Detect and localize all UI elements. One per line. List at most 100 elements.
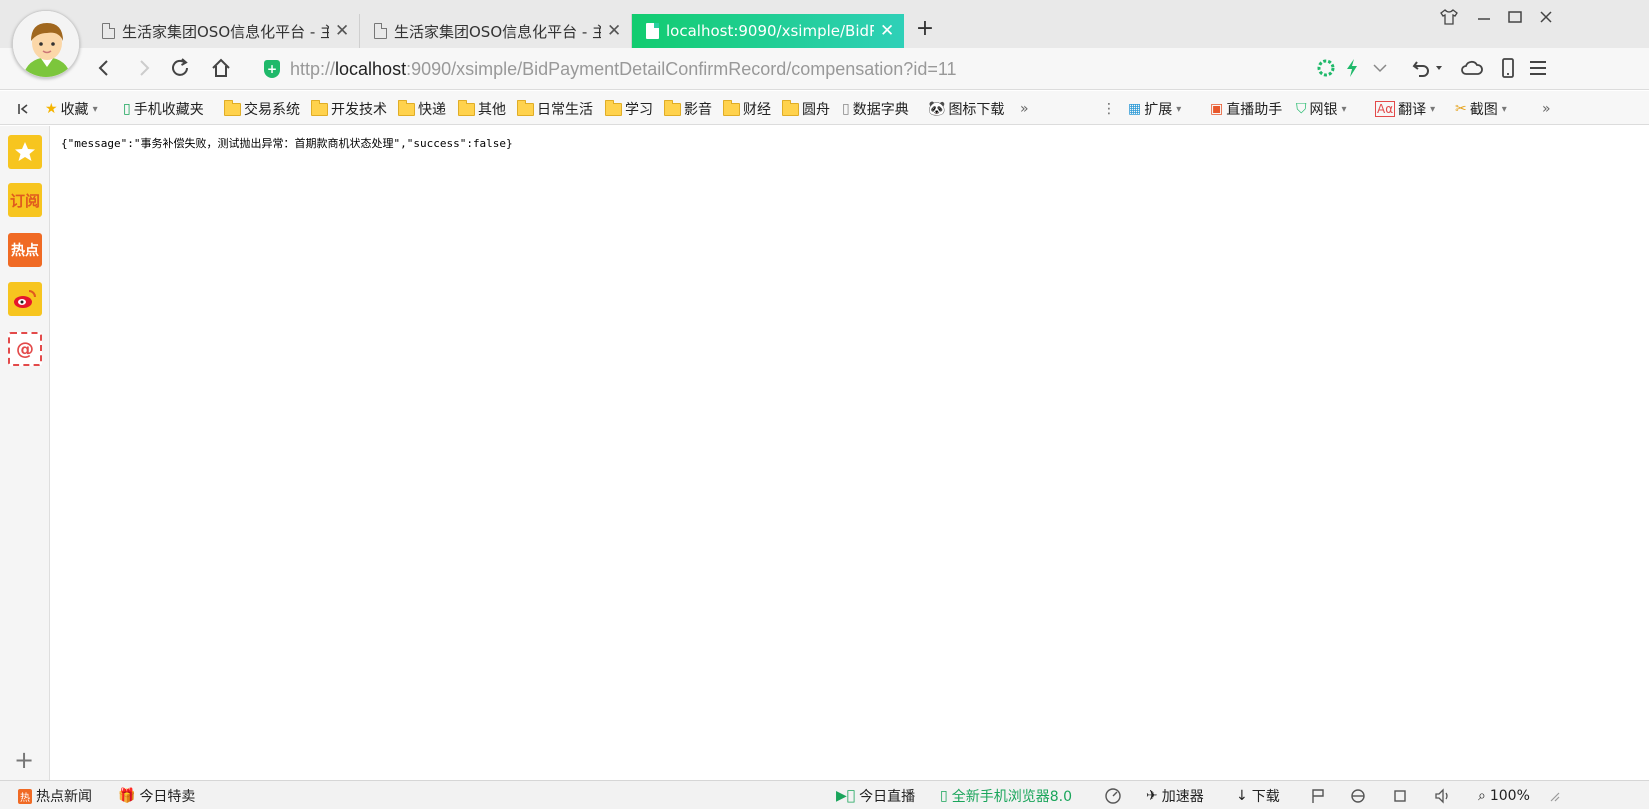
more-vertical-icon[interactable]: ⋮ xyxy=(1102,99,1116,119)
home-button[interactable] xyxy=(207,54,235,82)
zoom-level: 100% xyxy=(1489,788,1530,804)
bookmark-label: 快递 xyxy=(418,102,446,118)
close-tab-icon[interactable]: ✕ xyxy=(607,21,621,41)
accelerator-button[interactable]: ✈ 加速器 xyxy=(1146,786,1204,806)
bookmark-label: 其他 xyxy=(478,102,506,118)
bookmark-folder-express[interactable]: 快递 xyxy=(398,99,446,119)
folder-icon xyxy=(723,99,740,116)
sidebar-add-button[interactable]: + xyxy=(14,746,34,774)
bookmark-label: 财经 xyxy=(743,102,771,118)
accelerator-label: 加速器 xyxy=(1161,789,1204,805)
left-sidebar: 订阅 热点 @ + xyxy=(0,126,50,780)
resize-grip-icon[interactable] xyxy=(1548,786,1560,806)
translate-label: 翻译 xyxy=(1398,102,1427,118)
download-button[interactable]: ↓ 下载 xyxy=(1236,786,1280,806)
folder-icon xyxy=(517,99,534,116)
screenshot-label: 截图 xyxy=(1469,102,1498,118)
bookmark-data-dictionary[interactable]: ▯ 数据字典 xyxy=(842,99,909,119)
chevron-down-icon[interactable] xyxy=(1366,54,1394,82)
extensions-menu[interactable]: ▦ 扩展 ▾ xyxy=(1128,99,1181,119)
sidebar-toggle-icon[interactable] xyxy=(16,99,30,119)
tab-1[interactable]: 生活家集团OSO信息化平台 - 主页 ✕ xyxy=(88,14,360,48)
folder-icon xyxy=(224,99,241,116)
daily-deals-label: 今日特卖 xyxy=(139,789,196,805)
bookmark-mobile-favorites[interactable]: ▯ 手机收藏夹 xyxy=(123,99,204,119)
lightning-icon[interactable] xyxy=(1338,54,1366,82)
phone-icon: ▯ xyxy=(940,788,948,804)
sidebar-favorites-icon[interactable] xyxy=(8,135,42,169)
bookmark-folder-trading[interactable]: 交易系统 xyxy=(224,99,300,119)
page-icon xyxy=(646,22,660,39)
play-circle-icon: ▶⃝ xyxy=(836,788,856,804)
cloud-sync-button[interactable] xyxy=(1458,54,1486,82)
bookmark-label: 手机收藏夹 xyxy=(133,102,204,118)
mobile-button[interactable] xyxy=(1494,54,1522,82)
bookmark-folder-other[interactable]: 其他 xyxy=(458,99,506,119)
chevron-down-icon: ▾ xyxy=(1501,103,1507,115)
sidebar-mail-icon[interactable]: @ xyxy=(8,332,42,366)
bookmarks-more-button[interactable]: » xyxy=(1020,99,1029,119)
tab-title: localhost:9090/xsimple/BidPayme xyxy=(666,22,874,40)
translate-menu[interactable]: Aα 翻译 ▾ xyxy=(1375,99,1435,119)
chevron-down-icon: ▾ xyxy=(92,103,98,115)
folder-icon xyxy=(398,99,415,116)
close-tab-icon[interactable]: ✕ xyxy=(880,21,894,41)
window-icon[interactable] xyxy=(1392,786,1408,806)
close-window-icon[interactable] xyxy=(1537,8,1555,30)
forward-button[interactable] xyxy=(130,54,158,82)
maximize-icon[interactable] xyxy=(1506,8,1524,30)
minimize-icon[interactable] xyxy=(1475,8,1493,30)
bookmark-folder-yuanzhou[interactable]: 圆舟 xyxy=(782,99,830,119)
menu-button[interactable] xyxy=(1524,54,1552,82)
daily-deals-button[interactable]: 🎁 今日特卖 xyxy=(118,786,195,806)
chevron-down-icon: ▾ xyxy=(1430,103,1436,115)
online-bank-menu[interactable]: ⛉ 网银 ▾ xyxy=(1296,99,1347,119)
tab-3-active[interactable]: localhost:9090/xsimple/BidPayme ✕ xyxy=(632,14,904,48)
live-helper-button[interactable]: ▣ 直播助手 xyxy=(1210,99,1282,119)
skin-icon[interactable] xyxy=(1440,8,1458,30)
bookmark-folder-dev[interactable]: 开发技术 xyxy=(311,99,387,119)
screenshot-menu[interactable]: ✂ 截图 ▾ xyxy=(1455,99,1507,119)
live-helper-label: 直播助手 xyxy=(1226,102,1283,118)
sidebar-hot-icon[interactable]: 热点 xyxy=(8,233,42,267)
sidebar-subscribe-icon[interactable]: 订阅 xyxy=(8,183,42,217)
close-tab-icon[interactable]: ✕ xyxy=(335,21,349,41)
speed-icon[interactable] xyxy=(1104,786,1122,806)
bookmark-icon-download[interactable]: 🐼 图标下载 xyxy=(928,99,1004,119)
zoom-control[interactable]: ⌕ 100% xyxy=(1478,786,1530,806)
toolbar-more-button[interactable]: » xyxy=(1542,99,1551,119)
status-bar: 热 热点新闻 🎁 今日特卖 ▶⃝ 今日直播 ▯ 全新手机浏览器8.0 ✈ 加速器… xyxy=(0,780,1649,809)
undo-icon xyxy=(1412,61,1429,77)
ie-compat-icon[interactable] xyxy=(1350,786,1366,806)
new-tab-button[interactable]: + xyxy=(914,16,936,41)
page-icon: ▯ xyxy=(842,101,850,117)
bookmark-folder-finance[interactable]: 财经 xyxy=(723,99,771,119)
user-avatar[interactable] xyxy=(12,10,80,78)
folder-icon xyxy=(782,99,799,116)
undo-dropdown-caret[interactable] xyxy=(1432,54,1446,82)
back-button[interactable] xyxy=(90,54,118,82)
bookmark-label: 学习 xyxy=(625,102,653,118)
security-shield-icon: + xyxy=(264,60,280,78)
hot-news-button[interactable]: 热 热点新闻 xyxy=(18,786,92,806)
download-label: 下载 xyxy=(1251,789,1280,805)
tab-2[interactable]: 生活家集团OSO信息化平台 - 主页 ✕ xyxy=(360,14,632,48)
bookmark-folder-daily-life[interactable]: 日常生活 xyxy=(517,99,593,119)
folder-icon xyxy=(458,99,475,116)
favorites-menu[interactable]: ★ 收藏 ▾ xyxy=(45,99,98,119)
bank-label: 网银 xyxy=(1309,102,1338,118)
folder-icon xyxy=(664,99,681,116)
reload-button[interactable] xyxy=(166,54,194,82)
chevron-down-icon: ▾ xyxy=(1176,103,1182,115)
today-live-button[interactable]: ▶⃝ 今日直播 xyxy=(836,786,915,806)
mobile-browser-promo[interactable]: ▯ 全新手机浏览器8.0 xyxy=(940,786,1072,806)
flag-icon[interactable] xyxy=(1310,786,1326,806)
sidebar-weibo-icon[interactable] xyxy=(8,282,42,316)
address-bar[interactable]: + http://localhost:9090/xsimple/BidPayme… xyxy=(264,54,1374,84)
calendar-icon: ▣ xyxy=(1210,101,1224,117)
bookmark-folder-study[interactable]: 学习 xyxy=(605,99,653,119)
volume-icon[interactable] xyxy=(1434,786,1452,806)
bookmarks-bar: ★ 收藏 ▾ ▯ 手机收藏夹 交易系统 开发技术 快递 其他 日常生活 学习 影… xyxy=(0,91,1649,125)
favorites-label: 收藏 xyxy=(60,102,89,118)
bookmark-folder-media[interactable]: 影音 xyxy=(664,99,712,119)
